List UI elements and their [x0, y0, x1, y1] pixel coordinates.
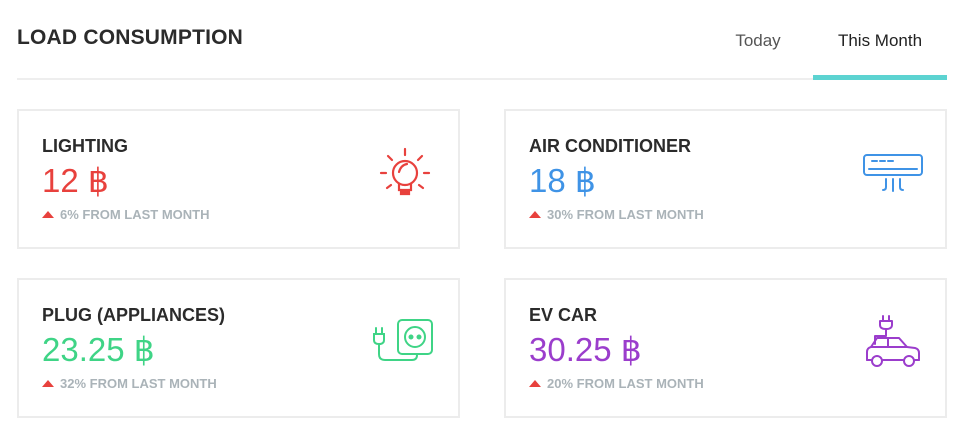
card-trend: 6% FROM LAST MONTH — [42, 207, 210, 222]
card-trend: 20% FROM LAST MONTH — [529, 376, 704, 391]
card-value: 12 ฿ — [42, 162, 109, 199]
trend-up-icon — [529, 211, 541, 218]
tab-today[interactable]: Today — [703, 0, 813, 80]
card-label: EV CAR — [529, 305, 598, 325]
ev-car-icon — [866, 315, 920, 367]
header: LOAD CONSUMPTION Today This Month — [17, 0, 947, 80]
tab-this-month[interactable]: This Month — [813, 0, 947, 80]
trend-up-icon — [529, 380, 541, 387]
card-air-conditioner: AIR CONDITIONER 18 ฿ 30% FROM LAST MONTH — [504, 109, 947, 249]
trend-up-icon — [42, 211, 54, 218]
trend-text: 6% FROM LAST MONTH — [60, 207, 210, 222]
trend-text: 30% FROM LAST MONTH — [547, 207, 704, 222]
card-label: LIGHTING — [42, 136, 128, 156]
trend-up-icon — [42, 380, 54, 387]
card-trend: 30% FROM LAST MONTH — [529, 207, 704, 222]
card-lighting: LIGHTING 12 ฿ 6% FROM LAST MONTH — [17, 109, 460, 249]
card-value: 18 ฿ — [529, 162, 596, 199]
card-value: 23.25 ฿ — [42, 331, 155, 368]
card-plug-appliances: PLUG (APPLIANCES) 23.25 ฿ 32% FROM LAST … — [17, 278, 460, 418]
period-tabs: Today This Month — [703, 0, 947, 80]
plug-outlet-icon — [373, 319, 433, 361]
trend-text: 20% FROM LAST MONTH — [547, 376, 704, 391]
card-label: PLUG (APPLIANCES) — [42, 305, 226, 325]
air-conditioner-icon — [863, 154, 923, 192]
trend-text: 32% FROM LAST MONTH — [60, 376, 217, 391]
card-label: AIR CONDITIONER — [529, 136, 691, 156]
light-bulb-icon — [379, 147, 431, 196]
card-trend: 32% FROM LAST MONTH — [42, 376, 217, 391]
card-ev-car: EV CAR 30.25 ฿ 20% FROM LAST MONTH — [504, 278, 947, 418]
page-title: LOAD CONSUMPTION — [17, 26, 244, 49]
card-value: 30.25 ฿ — [529, 331, 642, 368]
